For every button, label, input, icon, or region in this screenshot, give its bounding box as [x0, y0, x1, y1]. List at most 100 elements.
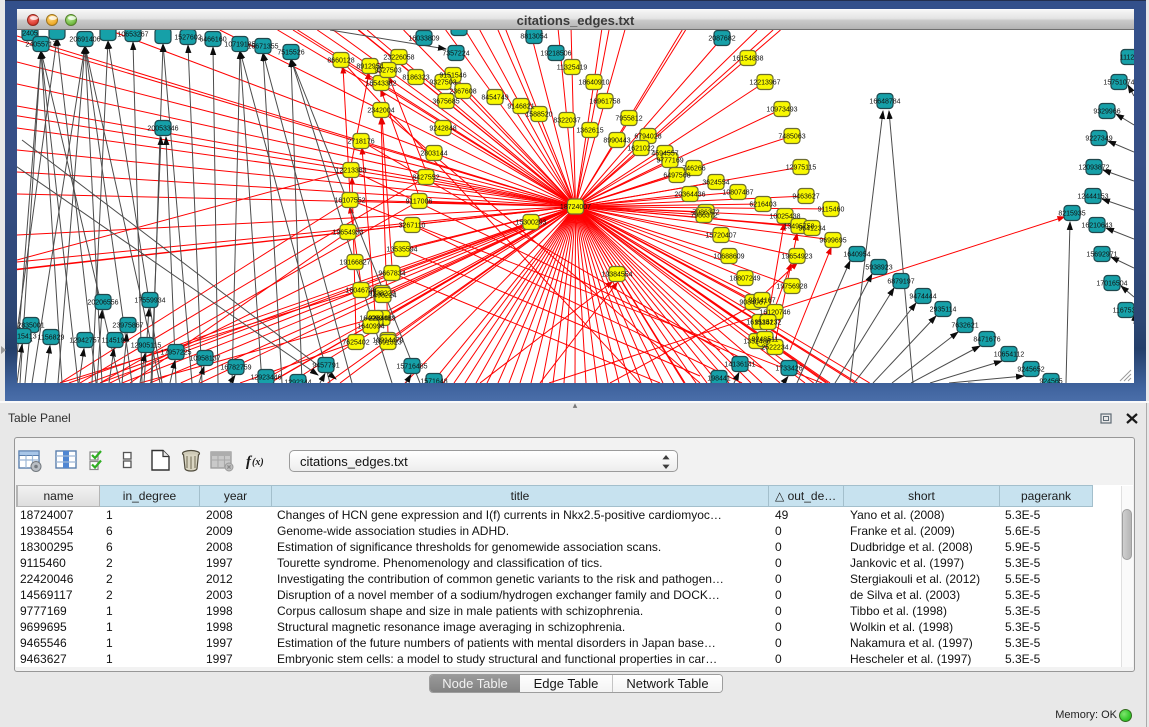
svg-text:1145194: 1145194 — [102, 337, 129, 344]
svg-text:1527602: 1527602 — [174, 34, 201, 41]
svg-text:9146821: 9146821 — [507, 103, 534, 110]
svg-text:6466160: 6466160 — [199, 36, 226, 43]
svg-text:16210643: 16210643 — [1081, 222, 1112, 229]
svg-text:8660128: 8660128 — [327, 57, 354, 64]
svg-text:19756928: 19756928 — [776, 283, 807, 290]
svg-text:17559934: 17559934 — [134, 297, 165, 304]
svg-text:4594557: 4594557 — [651, 150, 678, 157]
svg-text:9245652: 9245652 — [1017, 366, 1044, 373]
svg-text:14136141: 14136141 — [724, 361, 755, 368]
svg-text:198441: 198441 — [707, 375, 730, 382]
svg-text:8990443: 8990443 — [603, 137, 630, 144]
svg-text:1498224: 1498224 — [369, 292, 396, 299]
svg-text:5938923: 5938923 — [865, 264, 892, 271]
svg-text:1362615: 1362615 — [576, 127, 603, 134]
svg-text:2935114: 2935114 — [930, 306, 957, 313]
svg-text:7632621: 7632621 — [951, 322, 978, 329]
svg-text:19654923: 19654923 — [781, 253, 812, 260]
svg-text:9151546: 9151546 — [439, 72, 466, 79]
svg-text:9474444: 9474444 — [909, 293, 936, 300]
svg-text:16671355: 16671355 — [247, 43, 278, 50]
svg-text:12213383: 12213383 — [335, 167, 366, 174]
svg-text:12093872: 12093872 — [1078, 164, 1109, 171]
svg-text:8215935: 8215935 — [1058, 210, 1085, 217]
svg-text:3624554: 3624554 — [702, 179, 729, 186]
svg-text:16409948: 16409948 — [359, 315, 390, 322]
svg-text:1571648: 1571648 — [420, 378, 447, 383]
svg-text:9699695: 9699695 — [819, 237, 846, 244]
svg-text:15720407: 15720407 — [705, 232, 736, 239]
svg-text:9227349: 9227349 — [1085, 135, 1112, 142]
svg-text:16543382: 16543382 — [365, 80, 396, 87]
svg-text:7357224: 7357224 — [442, 50, 469, 57]
svg-text:7955812: 7955812 — [615, 115, 642, 122]
svg-text:10973493: 10973493 — [766, 106, 797, 113]
svg-text:20053346: 20053346 — [147, 125, 178, 132]
svg-text:18724007: 18724007 — [560, 204, 591, 211]
svg-text:10958137: 10958137 — [189, 355, 220, 362]
svg-text:7986372: 7986372 — [690, 212, 717, 219]
svg-text:16033809: 16033809 — [408, 35, 439, 42]
svg-text:9329966: 9329966 — [1093, 108, 1120, 115]
svg-text:9457791: 9457791 — [312, 362, 339, 369]
svg-text:7485063: 7485063 — [778, 133, 805, 140]
svg-text:12942757: 12942757 — [69, 337, 100, 344]
svg-text:23975867: 23975867 — [112, 322, 143, 329]
svg-text:3267110: 3267110 — [399, 222, 426, 229]
svg-text:18640910: 18640910 — [578, 79, 609, 86]
svg-text:9463627: 9463627 — [792, 193, 819, 200]
svg-text:20206556: 20206556 — [87, 299, 118, 306]
svg-text:10025438: 10025438 — [769, 213, 800, 220]
svg-text:8186323: 8186323 — [402, 74, 429, 81]
svg-text:2342004: 2342004 — [367, 107, 394, 114]
svg-text:17016504: 17016504 — [1096, 280, 1127, 287]
svg-text:1292344: 1292344 — [284, 379, 311, 383]
svg-text:19218506: 19218506 — [540, 50, 571, 57]
svg-text:(x): (x) — [252, 457, 264, 468]
svg-text:19384554: 19384554 — [601, 271, 632, 278]
svg-text:8427552: 8427552 — [412, 174, 439, 181]
svg-text:16120746: 16120746 — [759, 309, 790, 316]
svg-text:2835001: 2835001 — [17, 322, 44, 329]
svg-text:8471676: 8471676 — [973, 336, 1000, 343]
svg-text:9117006: 9117006 — [406, 198, 433, 205]
svg-text:13535594: 13535594 — [386, 246, 417, 253]
svg-text:10653267: 10653267 — [117, 31, 148, 38]
svg-text:15692971: 15692971 — [1086, 251, 1117, 258]
svg-text:16782759: 16782759 — [220, 364, 251, 371]
svg-text:6216403: 6216403 — [749, 201, 776, 208]
svg-text:16961758: 16961758 — [589, 98, 620, 105]
svg-text:20364436: 20364436 — [674, 191, 705, 198]
svg-text:19166827: 19166827 — [339, 259, 370, 266]
svg-text:6497568: 6497568 — [663, 172, 690, 179]
svg-text:9641234: 9641234 — [798, 225, 825, 232]
svg-text:1156829: 1156829 — [38, 334, 65, 341]
svg-text:24055717: 24055717 — [25, 41, 56, 48]
svg-text:18807249: 18807249 — [729, 275, 760, 282]
svg-text:6879197: 6879197 — [887, 278, 914, 285]
svg-text:2522234: 2522234 — [761, 344, 788, 351]
svg-text:2087682: 2087682 — [708, 35, 735, 42]
svg-text:2718176: 2718176 — [347, 138, 374, 145]
svg-text:15716485: 15716485 — [396, 363, 427, 370]
svg-text:9314167: 9314167 — [748, 297, 775, 304]
svg-text:9667834: 9667834 — [378, 270, 405, 277]
svg-text:8813054: 8813054 — [520, 33, 547, 40]
svg-text:6794028: 6794028 — [634, 133, 661, 140]
svg-text:10654112: 10654112 — [994, 351, 1025, 358]
svg-text:11128: 11128 — [1120, 54, 1134, 61]
svg-text:2803144: 2803144 — [420, 150, 447, 157]
svg-text:17957225: 17957225 — [160, 349, 191, 356]
svg-text:23226058: 23226058 — [383, 54, 414, 61]
svg-text:9327503: 9327503 — [374, 67, 401, 74]
svg-text:1588520: 1588520 — [525, 111, 552, 118]
svg-text:9115460: 9115460 — [818, 206, 845, 213]
svg-text:924565: 924565 — [1039, 378, 1062, 383]
svg-text:2367608: 2367608 — [449, 88, 476, 95]
svg-text:8454749: 8454749 — [481, 94, 508, 101]
svg-text:15300293: 15300293 — [515, 219, 546, 226]
svg-text:10688609: 10688609 — [713, 253, 744, 260]
svg-text:1640994: 1640994 — [357, 323, 384, 330]
svg-text:9242848: 9242848 — [429, 125, 456, 132]
svg-text:12213967: 12213967 — [749, 79, 780, 86]
